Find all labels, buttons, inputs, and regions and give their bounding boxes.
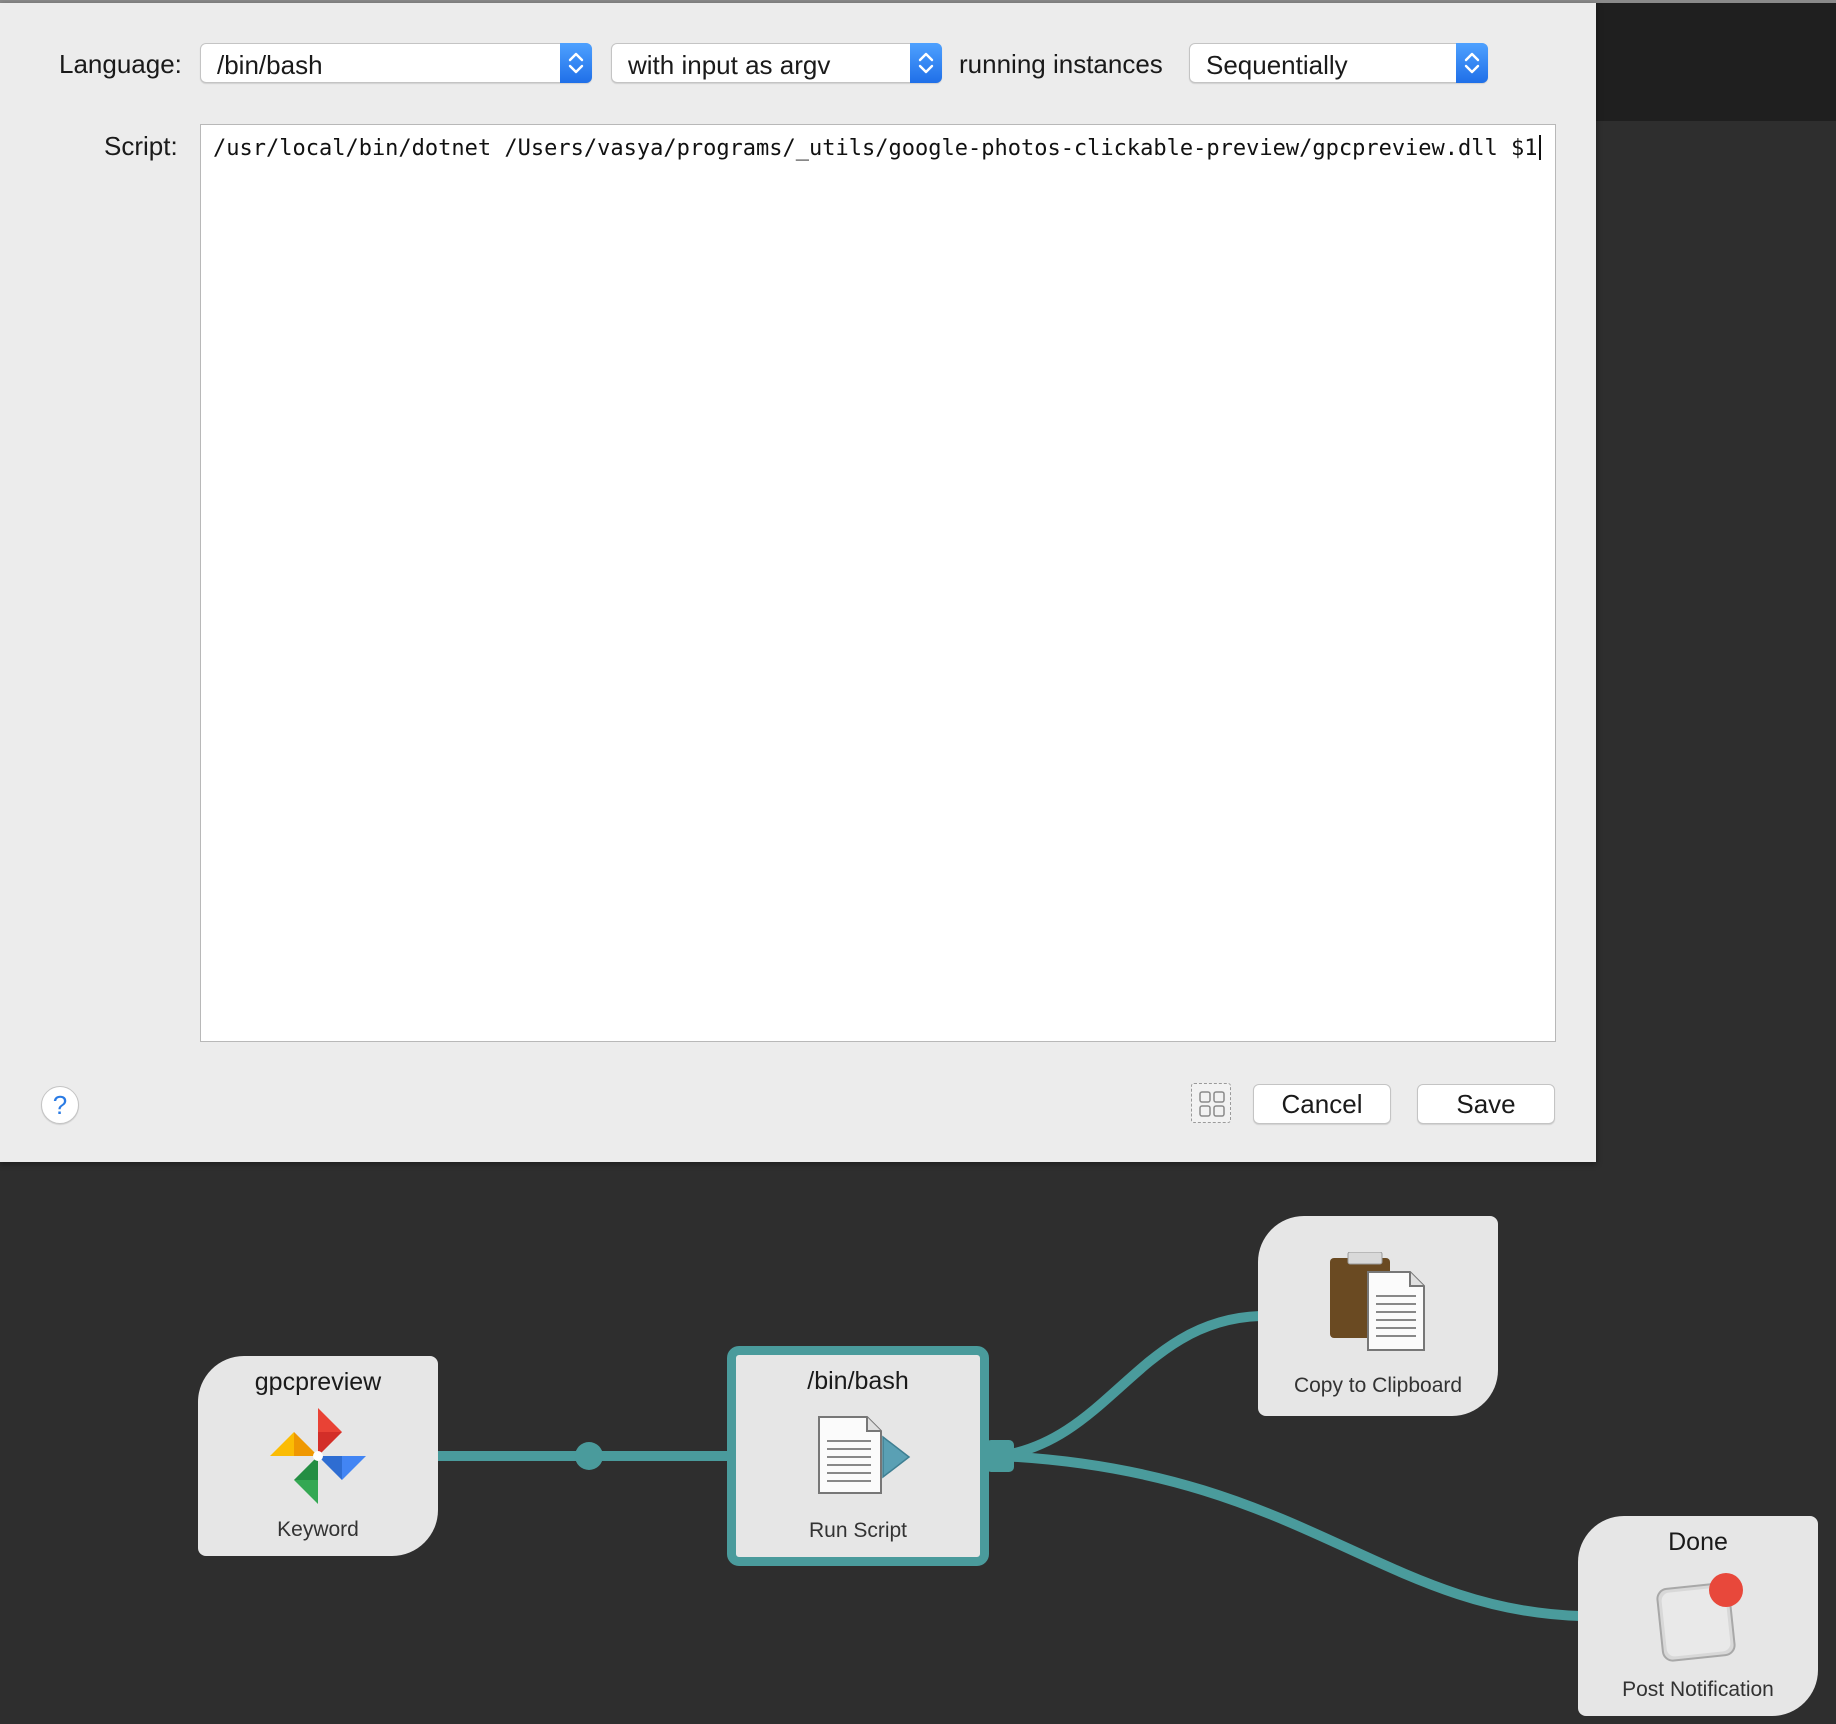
node-post-notification[interactable]: Done Post Notification: [1578, 1516, 1818, 1716]
connection-script-to-clipboard: [999, 1311, 1261, 1461]
node-label: Copy to Clipboard: [1293, 1374, 1463, 1397]
google-photos-pinwheel-icon: [268, 1406, 368, 1511]
node-title: /bin/bash: [807, 1367, 909, 1395]
clipboard-icon: [1328, 1251, 1428, 1357]
run-script-icon: [815, 1415, 911, 1502]
node-run-script[interactable]: /bin/bash Run Script: [727, 1346, 989, 1566]
notification-icon: [1654, 1570, 1750, 1667]
node-label: Keyword: [277, 1518, 359, 1541]
node-label: Post Notification: [1622, 1678, 1774, 1701]
node-title: Done: [1668, 1528, 1728, 1556]
node-title: gpcpreview: [254, 1368, 382, 1396]
connection-handle: [575, 1442, 603, 1470]
connection-script-to-notification: [999, 1451, 1581, 1621]
output-connector: [986, 1440, 1014, 1472]
node-keyword[interactable]: gpcpreview Keyword: [198, 1356, 438, 1556]
node-label: Run Script: [808, 1519, 908, 1542]
node-copy-to-clipboard[interactable]: Copy to Clipboard: [1258, 1216, 1498, 1416]
